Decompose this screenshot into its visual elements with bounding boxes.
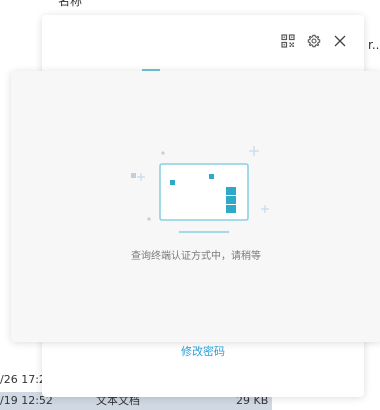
explorer-name-column-header[interactable]: 名称	[58, 0, 82, 8]
close-icon[interactable]	[332, 33, 348, 49]
change-password-link[interactable]: 修改密码	[42, 343, 364, 359]
qr-code-icon[interactable]	[280, 33, 296, 49]
file-date: /26 17:2	[0, 373, 46, 386]
window-toolbar	[280, 33, 348, 49]
explorer-truncated-text: r...	[368, 38, 380, 52]
auth-status-text: 查询终端认证方式中，请稍等	[131, 251, 261, 262]
gear-icon[interactable]	[306, 33, 322, 49]
auth-check-panel: 查询终端认证方式中，请稍等	[11, 71, 380, 342]
terminal-auth-illustration	[125, 143, 275, 233]
